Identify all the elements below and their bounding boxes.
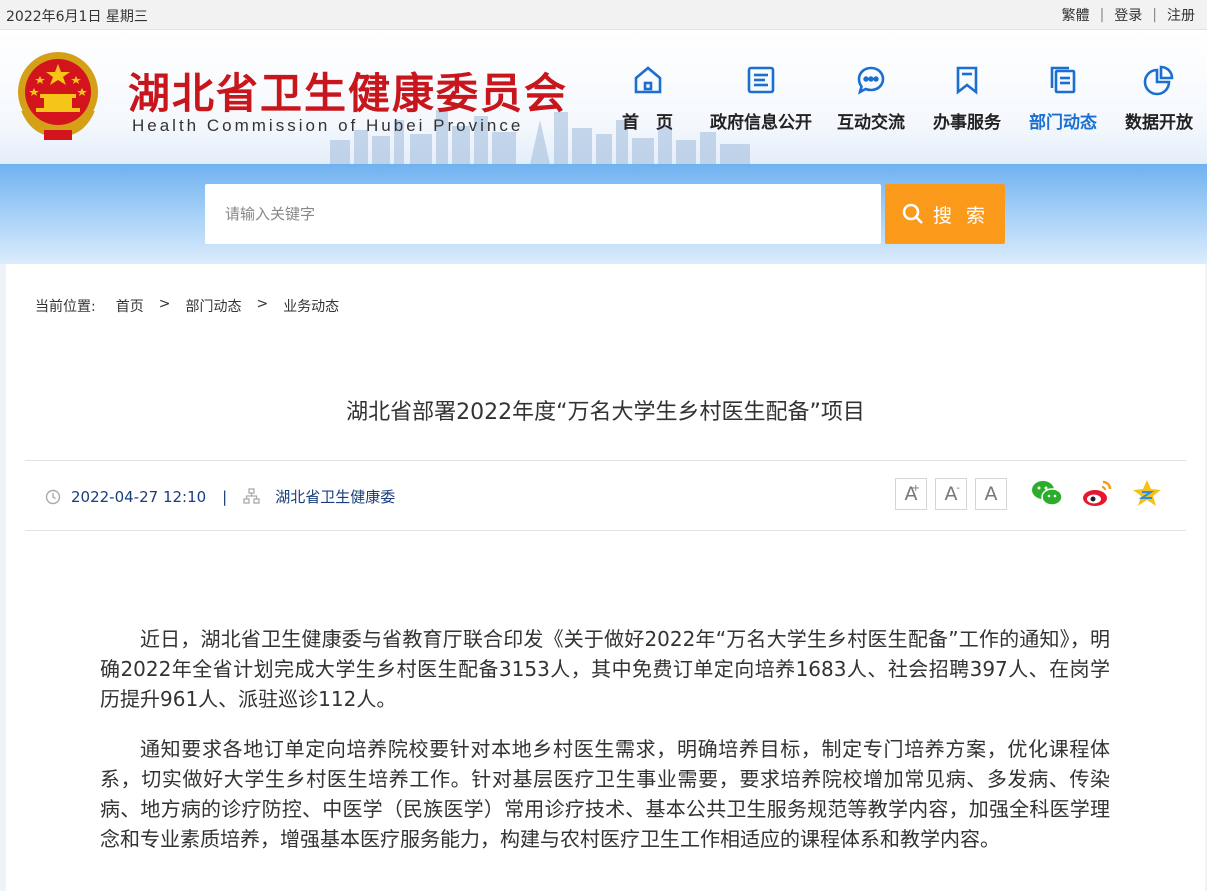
- breadcrumb: 当前位置: 首页 > 部门动态 > 业务动态: [35, 296, 339, 316]
- divider: |: [1099, 7, 1105, 23]
- publish-datetime: 2022-04-27 12:10: [71, 487, 207, 506]
- nav-label: 数据开放: [1125, 113, 1193, 133]
- breadcrumb-separator: >: [256, 296, 269, 312]
- divider: |: [1152, 7, 1157, 23]
- home-icon: [634, 66, 661, 94]
- traditional-chinese-link[interactable]: 繁體: [1062, 5, 1090, 25]
- organization-icon: [243, 488, 260, 504]
- national-emblem-logo: [18, 52, 98, 140]
- pie-chart-icon: [1143, 65, 1174, 96]
- breadcrumb-label: 当前位置:: [35, 299, 96, 315]
- bookmark-icon: [956, 66, 978, 95]
- search-button-label: 搜 索: [932, 204, 990, 227]
- site-title: 湖北省卫生健康委员会: [128, 69, 569, 118]
- font-smaller-button[interactable]: A-: [935, 478, 967, 510]
- chat-icon: [857, 66, 885, 95]
- search-icon: [902, 203, 923, 224]
- files-icon: [1050, 66, 1076, 94]
- wechat-icon[interactable]: [1030, 476, 1064, 510]
- breadcrumb-home[interactable]: 首页: [116, 296, 144, 316]
- font-reset-label: A: [984, 483, 998, 505]
- search-input[interactable]: [205, 184, 881, 244]
- divider: |: [222, 487, 228, 506]
- breadcrumb-business-news[interactable]: 业务动态: [283, 296, 339, 316]
- nav-label: 互动交流: [837, 113, 905, 133]
- font-larger-button[interactable]: A +: [895, 478, 927, 510]
- article-paragraph: 近日，湖北省卫生健康委与省教育厅联合印发《关于做好2022年“万名大学生乡村医生…: [100, 627, 1110, 711]
- nav-item-interaction[interactable]: 互动交流: [831, 60, 911, 133]
- nav-item-services[interactable]: 办事服务: [927, 60, 1007, 133]
- share-buttons: [1030, 476, 1164, 510]
- nav-label: 办事服务: [933, 113, 1001, 133]
- current-date: 2022年6月1日 星期三: [6, 9, 148, 25]
- font-size-controls: A + A- A: [895, 478, 1007, 510]
- register-link[interactable]: 注册: [1167, 5, 1195, 25]
- qzone-icon[interactable]: [1130, 476, 1164, 510]
- clock-icon: [45, 489, 61, 504]
- site-subtitle: Health Commission of Hubei Province: [132, 116, 524, 135]
- meta-info: 2022-04-27 12:10 | 湖北省卫生健康委: [45, 486, 395, 507]
- top-links: 繁體 | 登录 | 注册: [1062, 5, 1195, 25]
- site-header: 湖北省卫生健康委员会 Health Commission of Hubei Pr…: [0, 30, 1207, 164]
- minus-mark: -: [956, 483, 960, 494]
- plus-mark: +: [911, 483, 920, 494]
- article-body: 近日，湖北省卫生健康委与省教育厅联合印发《关于做好2022年“万名大学生乡村医生…: [100, 624, 1110, 874]
- top-bar: 2022年6月1日 星期三 繁體 | 登录 | 注册: [0, 0, 1207, 30]
- nav-label: 首 页: [622, 113, 673, 133]
- login-link[interactable]: 登录: [1114, 5, 1142, 25]
- nav-item-department-news[interactable]: 部门动态: [1023, 60, 1103, 133]
- font-reset-button[interactable]: A: [975, 478, 1007, 510]
- article-paragraph: 通知要求各地订单定向培养院校要针对本地乡村医生需求，明确培养目标，制定专门培养方…: [100, 737, 1110, 851]
- weibo-icon[interactable]: [1080, 476, 1114, 510]
- nav-label: 政府信息公开: [710, 113, 812, 133]
- document-icon: [747, 66, 775, 94]
- article-card: 当前位置: 首页 > 部门动态 > 业务动态 湖北省部署2022年度“万名大学生…: [6, 264, 1205, 891]
- nav-item-gov-info[interactable]: 政府信息公开: [705, 60, 817, 133]
- search-band: 搜 索: [0, 164, 1207, 264]
- breadcrumb-department-news[interactable]: 部门动态: [185, 296, 241, 316]
- breadcrumb-separator: >: [158, 296, 171, 312]
- search-button[interactable]: 搜 索: [885, 184, 1005, 244]
- article-source: 湖北省卫生健康委: [275, 488, 396, 506]
- main-nav: 首 页 政府信息公开 互动交流 办事服务 部门动态 数据开放: [607, 60, 1199, 133]
- article-title: 湖北省部署2022年度“万名大学生乡村医生配备”项目: [346, 400, 865, 425]
- nav-item-home[interactable]: 首 页: [607, 60, 688, 133]
- nav-label: 部门动态: [1029, 113, 1097, 133]
- article-meta: 2022-04-27 12:10 | 湖北省卫生健康委 A + A- A: [25, 460, 1186, 531]
- nav-item-open-data[interactable]: 数据开放: [1119, 60, 1199, 133]
